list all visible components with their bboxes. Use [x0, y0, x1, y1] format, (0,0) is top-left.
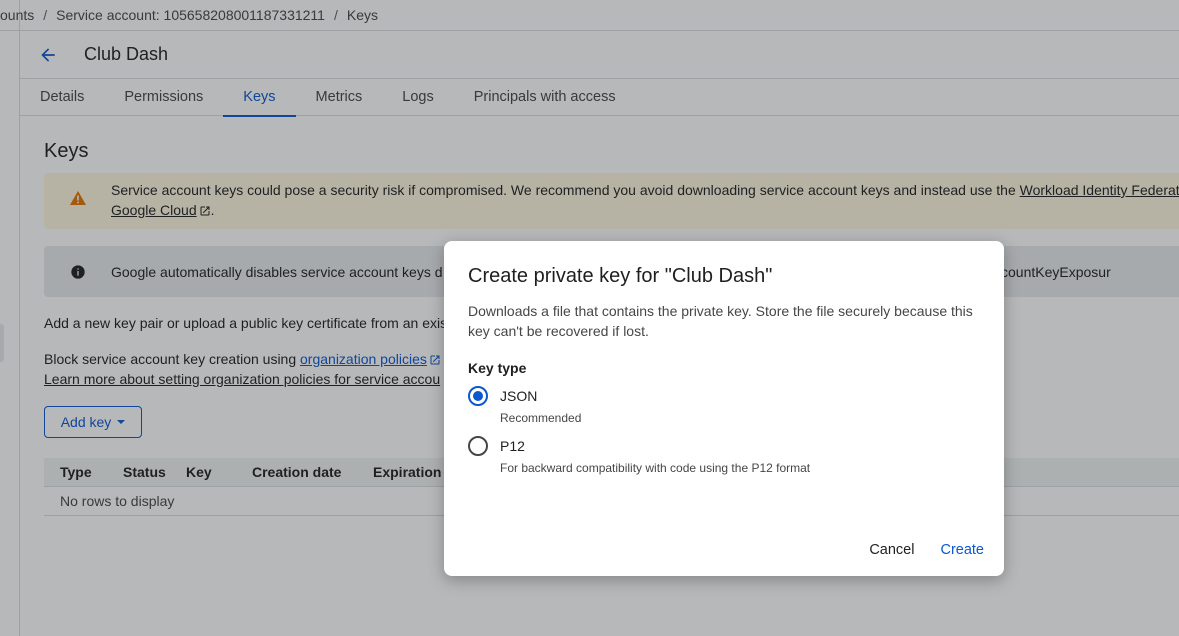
- radio-json-label: JSON: [500, 388, 538, 404]
- create-button[interactable]: Create: [940, 542, 984, 558]
- cancel-button[interactable]: Cancel: [869, 542, 914, 558]
- radio-p12-sublabel: For backward compatibility with code usi…: [500, 461, 811, 475]
- radio-json[interactable]: [468, 386, 488, 406]
- radio-option-json[interactable]: JSON Recommended: [468, 386, 582, 426]
- radio-json-sublabel: Recommended: [500, 411, 582, 425]
- radio-option-p12[interactable]: P12 For backward compatibility with code…: [468, 436, 811, 476]
- dialog-actions: Cancel Create: [869, 542, 984, 558]
- key-type-label: Key type: [468, 360, 527, 376]
- create-private-key-dialog: Create private key for "Club Dash" Downl…: [444, 241, 1004, 576]
- dialog-description: Downloads a file that contains the priva…: [468, 303, 973, 339]
- dialog-title: Create private key for "Club Dash": [468, 265, 773, 287]
- radio-p12-label: P12: [500, 438, 525, 454]
- radio-p12[interactable]: [468, 436, 488, 456]
